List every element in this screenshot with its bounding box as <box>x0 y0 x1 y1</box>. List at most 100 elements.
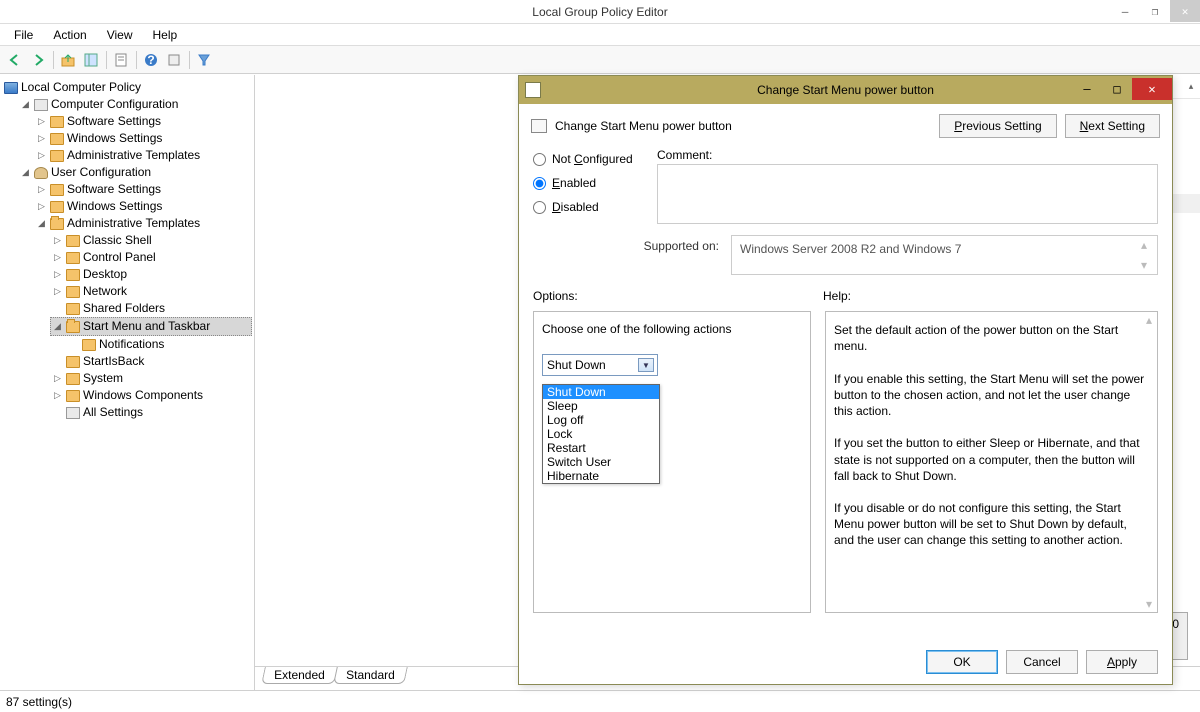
folder-icon <box>66 303 80 315</box>
filter-button[interactable] <box>193 49 215 71</box>
menu-help[interactable]: Help <box>143 26 188 44</box>
status-bar: 87 setting(s) <box>0 690 1200 712</box>
properties-button[interactable] <box>110 49 132 71</box>
tree-desktop[interactable]: ▷Desktop <box>50 266 252 283</box>
expand-icon[interactable]: ▷ <box>52 286 63 297</box>
next-setting-button[interactable]: Next Setting <box>1065 114 1160 138</box>
apply-button[interactable]: Apply <box>1086 650 1158 674</box>
up-level-button[interactable] <box>57 49 79 71</box>
dialog-close-button[interactable]: ✕ <box>1132 78 1172 100</box>
folder-icon <box>66 356 80 368</box>
comment-label: Comment: <box>657 148 1158 162</box>
expand-icon[interactable]: ▷ <box>36 201 47 212</box>
maximize-button[interactable]: ❐ <box>1140 0 1170 22</box>
tree-system[interactable]: ▷System <box>50 370 252 387</box>
folder-icon <box>66 235 80 247</box>
tree-computer-configuration[interactable]: ◢Computer Configuration <box>18 96 252 113</box>
folder-icon <box>66 390 80 402</box>
choose-action-label: Choose one of the following actions <box>542 322 802 336</box>
tree-notifications[interactable]: Notifications <box>66 336 252 353</box>
tree-root[interactable]: Local Computer Policy <box>2 79 252 96</box>
help-button[interactable]: ? <box>140 49 162 71</box>
tree-uc-software-settings[interactable]: ▷Software Settings <box>34 181 252 198</box>
folder-icon <box>50 116 64 128</box>
folder-icon <box>66 373 80 385</box>
scroll-up-icon[interactable]: ▴ <box>1182 81 1200 92</box>
tree-user-configuration[interactable]: ◢User Configuration <box>18 164 252 181</box>
comment-textarea[interactable] <box>657 164 1158 224</box>
menu-file[interactable]: File <box>4 26 43 44</box>
tree-classic-shell[interactable]: ▷Classic Shell <box>50 232 252 249</box>
dialog-header-label: Change Start Menu power button <box>555 119 732 133</box>
collapse-icon[interactable]: ◢ <box>20 167 31 178</box>
tree-control-panel[interactable]: ▷Control Panel <box>50 249 252 266</box>
dropdown-option[interactable]: Sleep <box>543 399 659 413</box>
navigation-tree[interactable]: Local Computer Policy ◢Computer Configur… <box>0 75 255 690</box>
tab-extended[interactable]: Extended <box>261 667 337 684</box>
collapse-icon[interactable]: ◢ <box>36 218 47 229</box>
tree-uc-windows-settings[interactable]: ▷Windows Settings <box>34 198 252 215</box>
menu-action[interactable]: Action <box>43 26 96 44</box>
dialog-titlebar[interactable]: Change Start Menu power button — □ ✕ <box>519 76 1172 104</box>
cancel-button[interactable]: Cancel <box>1006 650 1078 674</box>
folder-icon <box>50 133 64 145</box>
collapse-icon[interactable]: ◢ <box>20 99 31 110</box>
action-combobox[interactable]: Shut Down ▼ <box>542 354 658 376</box>
dropdown-option[interactable]: Hibernate <box>543 469 659 483</box>
previous-setting-button[interactable]: Previous Setting <box>939 114 1056 138</box>
dropdown-option[interactable]: Restart <box>543 441 659 455</box>
back-button[interactable] <box>4 49 26 71</box>
collapse-icon[interactable]: ◢ <box>52 321 63 332</box>
radio-enabled[interactable]: Enabled <box>533 176 645 190</box>
expand-icon[interactable]: ▷ <box>52 373 63 384</box>
show-hide-tree-button[interactable] <box>80 49 102 71</box>
expand-icon[interactable]: ▷ <box>52 235 63 246</box>
minimize-button[interactable]: — <box>1110 0 1140 22</box>
radio-disabled[interactable]: Disabled <box>533 200 645 214</box>
ok-button[interactable]: OK <box>926 650 998 674</box>
tab-standard[interactable]: Standard <box>333 667 407 684</box>
menubar: File Action View Help <box>0 24 1200 46</box>
status-text: 87 setting(s) <box>6 695 72 709</box>
expand-icon[interactable]: ▷ <box>52 252 63 263</box>
tree-cc-admin-templates[interactable]: ▷Administrative Templates <box>34 147 252 164</box>
dialog-maximize-button[interactable]: □ <box>1102 78 1132 100</box>
tree-shared-folders[interactable]: Shared Folders <box>50 300 252 317</box>
folder-open-icon <box>50 218 64 230</box>
policy-icon <box>531 119 547 133</box>
tree-network[interactable]: ▷Network <box>50 283 252 300</box>
expand-icon[interactable]: ▷ <box>36 150 47 161</box>
expand-icon[interactable]: ▷ <box>36 116 47 127</box>
folder-icon <box>50 201 64 213</box>
tree-start-menu-taskbar[interactable]: ◢Start Menu and Taskbar <box>50 317 252 336</box>
expand-icon[interactable]: ▷ <box>36 133 47 144</box>
dropdown-option[interactable]: Switch User <box>543 455 659 469</box>
radio-not-configured[interactable]: Not Configured <box>533 152 645 166</box>
dropdown-option[interactable]: Lock <box>543 427 659 441</box>
expand-icon[interactable]: ▷ <box>36 184 47 195</box>
close-button[interactable]: ✕ <box>1170 0 1200 22</box>
folder-icon <box>50 184 64 196</box>
expand-icon[interactable]: ▷ <box>52 390 63 401</box>
tree-windows-components[interactable]: ▷Windows Components <box>50 387 252 404</box>
dropdown-option[interactable]: Log off <box>543 413 659 427</box>
tree-cc-software-settings[interactable]: ▷Software Settings <box>34 113 252 130</box>
chevron-down-icon[interactable]: ▼ <box>638 358 654 372</box>
expand-icon[interactable]: ▷ <box>52 269 63 280</box>
action-dropdown[interactable]: Shut DownSleepLog offLockRestartSwitch U… <box>542 384 660 484</box>
settings-icon <box>66 407 80 419</box>
tree-cc-windows-settings[interactable]: ▷Windows Settings <box>34 130 252 147</box>
tree-uc-admin-templates[interactable]: ◢Administrative Templates <box>34 215 252 232</box>
svg-text:?: ? <box>147 53 154 67</box>
tree-startisback[interactable]: StartIsBack <box>50 353 252 370</box>
folder-icon <box>66 286 80 298</box>
dropdown-option[interactable]: Shut Down <box>543 385 659 399</box>
dialog-minimize-button[interactable]: — <box>1072 78 1102 100</box>
menu-view[interactable]: View <box>97 26 143 44</box>
user-icon <box>34 167 48 179</box>
computer-icon <box>4 82 18 94</box>
tree-all-settings[interactable]: All Settings <box>50 404 252 421</box>
export-button[interactable] <box>163 49 185 71</box>
help-label: Help: <box>823 289 1158 303</box>
forward-button[interactable] <box>27 49 49 71</box>
